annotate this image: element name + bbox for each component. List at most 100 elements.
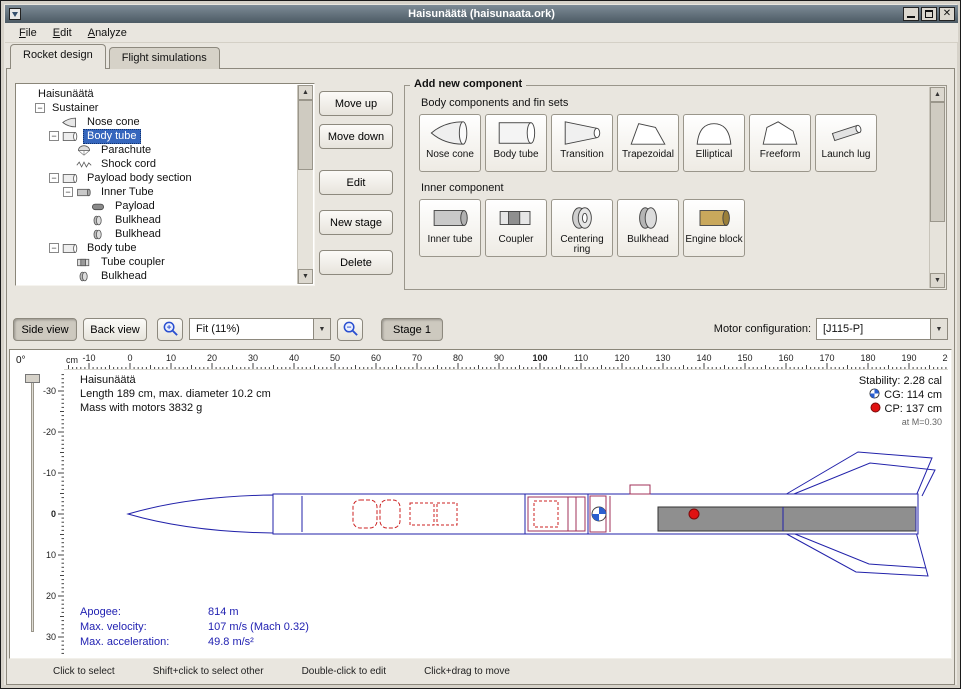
menu-file[interactable]: File (11, 25, 45, 41)
ruler-tick-label: 120 (607, 353, 637, 363)
tree-scrollbar-thumb[interactable] (298, 100, 313, 170)
tree-expander-icon[interactable]: − (63, 187, 73, 197)
parachute-shape (353, 500, 377, 528)
component-button-label: Coupler (498, 235, 533, 245)
zoom-in-button[interactable] (157, 318, 183, 341)
move-down-button[interactable]: Move down (319, 124, 393, 149)
coupler-icon (76, 256, 94, 269)
tree-item-parachute[interactable]: Parachute (17, 143, 297, 157)
add-body-tube-button[interactable]: Body tube (485, 114, 547, 172)
result-row: Max. velocity:107 m/s (Mach 0.32) (80, 620, 309, 635)
new-stage-button[interactable]: New stage (319, 210, 393, 235)
tree-item-payload[interactable]: Payload (17, 199, 297, 213)
tree-item-body-tube[interactable]: −Body tube (17, 241, 297, 255)
tree-item-sustainer[interactable]: −Sustainer (17, 101, 297, 115)
component-scrollbar[interactable]: ▲ ▼ (929, 87, 945, 288)
rocket-view-panel: 0° cm -100102030405060708090100110120130… (9, 349, 952, 659)
tree-item-shock-cord[interactable]: Shock cord (17, 157, 297, 171)
cg-icon (869, 388, 880, 402)
ruler-tick-label: 30 (238, 353, 268, 363)
window-menu-icon[interactable] (8, 7, 22, 21)
ruler-tick-label: 10 (156, 353, 186, 363)
tree-item-bulkhead[interactable]: Bulkhead (17, 269, 297, 283)
delete-button[interactable]: Delete (319, 250, 393, 275)
add-transition-button[interactable]: Transition (551, 114, 613, 172)
zoom-combo[interactable]: Fit (11%) ▼ (189, 318, 331, 340)
group-label-inner-component: Inner component (421, 182, 929, 194)
ruler-tick-label: -20 (36, 427, 56, 437)
add-component-panel: Body components and fin setsNose coneBod… (404, 85, 947, 290)
minimize-button[interactable] (903, 7, 919, 21)
tree-item-nose-cone[interactable]: Nose cone (17, 115, 297, 129)
tab-rocket-design[interactable]: Rocket design (10, 44, 106, 69)
rocket-canvas[interactable]: Haisunäätä Length 189 cm, max. diameter … (64, 370, 950, 658)
component-button-row: Inner tube Coupler Centering ringBulkheadE… (419, 199, 929, 257)
ruler-tick-label: 150 (730, 353, 760, 363)
tree-item-body-tube[interactable]: −Body tube (17, 129, 297, 143)
menubar: FileEditAnalyze (5, 23, 958, 43)
edit-button[interactable]: Edit (319, 170, 393, 195)
tree-expander-icon[interactable]: − (35, 103, 45, 113)
add-launch-lug-button[interactable]: Launch lug (815, 114, 877, 172)
shock-cord-shape (410, 503, 434, 525)
menu-edit[interactable]: Edit (45, 25, 80, 41)
scroll-up-icon[interactable]: ▲ (298, 85, 313, 100)
tree-scrollbar[interactable]: ▲ ▼ (297, 85, 313, 284)
stage-1-button[interactable]: Stage 1 (381, 318, 443, 341)
tree-expander-icon[interactable]: − (49, 243, 59, 253)
menu-analyze[interactable]: Analyze (80, 25, 135, 41)
hint-click-to-select: Click to select (53, 666, 115, 677)
stability-value: Stability: 2.28 cal (859, 375, 942, 387)
add-centering-ring-button[interactable]: Centering ring (551, 199, 613, 257)
launch-lug-shape (630, 485, 650, 494)
rocket-name: Haisunäätä (80, 374, 136, 386)
tree-item-label: Payload body section (83, 171, 196, 186)
result-value: 107 m/s (Mach 0.32) (208, 621, 309, 633)
ruler-tick-label: 0 (36, 509, 56, 519)
add-freeform-button[interactable]: Freeform (749, 114, 811, 172)
add-bulkhead-button[interactable]: Bulkhead (617, 199, 679, 257)
motor-config-combo[interactable]: [J115-P] ▼ (816, 318, 948, 340)
zoom-out-button[interactable] (337, 318, 363, 341)
tree-item-inner-tube[interactable]: −Inner Tube (17, 185, 297, 199)
add-trapezoidal-button[interactable]: Trapezoidal (617, 114, 679, 172)
simulation-results: Apogee:814 mMax. velocity:107 m/s (Mach … (80, 605, 309, 650)
ruler-tick-label: 180 (853, 353, 883, 363)
tree-item-label: Haisunäätä (34, 87, 98, 102)
add-coupler-button[interactable]: Coupler (485, 199, 547, 257)
tree-item-payload-body-section[interactable]: − Payload body section (17, 171, 297, 185)
scroll-up-icon[interactable]: ▲ (930, 87, 945, 102)
add-nose-cone-button[interactable]: Nose cone (419, 114, 481, 172)
add-inner-tube-button[interactable]: Inner tube (419, 199, 481, 257)
tree-item-bulkhead[interactable]: Bulkhead (17, 227, 297, 241)
tab-flight-simulations[interactable]: Flight simulations (109, 47, 220, 69)
tree-item-bulkhead[interactable]: Bulkhead (17, 213, 297, 227)
window-title: Haisunäätä (haisunaata.ork) (5, 8, 958, 20)
close-button[interactable]: ✕ (939, 7, 955, 21)
tree-item-tube-coupler[interactable]: Tube coupler (17, 255, 297, 269)
chevron-down-icon: ▼ (930, 319, 947, 339)
maximize-button[interactable] (921, 7, 937, 21)
payload-icon (90, 200, 108, 213)
tree-item-label: Payload (111, 199, 159, 214)
add-elliptical-button[interactable]: Elliptical (683, 114, 745, 172)
back-view-button[interactable]: Back view (83, 318, 147, 341)
tree-item-label: Bulkhead (111, 227, 165, 242)
result-label: Apogee: (80, 605, 208, 620)
result-label: Max. acceleration: (80, 635, 208, 650)
add-engine-block-button[interactable]: Engine block (683, 199, 745, 257)
scroll-down-icon[interactable]: ▼ (298, 269, 313, 284)
tree-expander-icon[interactable]: − (49, 131, 59, 141)
ruler-tick-label: 190 (894, 353, 924, 363)
ruler-tick-label: 90 (484, 353, 514, 363)
side-view-button[interactable]: Side view (13, 318, 77, 341)
elliptical-icon (692, 118, 736, 148)
component-scrollbar-thumb[interactable] (930, 102, 945, 222)
move-up-button[interactable]: Move up (319, 91, 393, 116)
shockcord-icon (76, 158, 94, 171)
component-button-row: Nose coneBody tubeTransitionTrapezoidalE… (419, 114, 929, 172)
tree-expander-icon[interactable]: − (49, 173, 59, 183)
innertube-icon (428, 203, 472, 233)
tree-item-haisun-t[interactable]: Haisunäätä (17, 87, 297, 101)
scroll-down-icon[interactable]: ▼ (930, 273, 945, 288)
